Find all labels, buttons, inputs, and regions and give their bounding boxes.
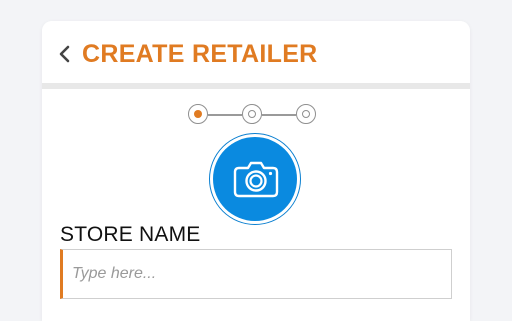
progress-stepper (188, 103, 324, 129)
upload-photo-button[interactable] (209, 133, 301, 225)
store-name-input[interactable] (60, 249, 452, 299)
store-name-label: STORE NAME (60, 223, 201, 246)
step-2-indicator (242, 104, 262, 124)
step-connector-1 (208, 114, 242, 116)
header-divider (42, 83, 470, 89)
camera-icon (233, 161, 279, 198)
chevron-left-icon (59, 45, 70, 63)
step-3-indicator (296, 104, 316, 124)
step-2-dot (247, 109, 256, 118)
header: CREATE RETAILER (42, 21, 470, 83)
page-title: CREATE RETAILER (82, 40, 318, 68)
create-retailer-card: CREATE RETAILER STORE NAME (42, 21, 470, 321)
step-3-dot (301, 109, 310, 118)
step-1-indicator (188, 104, 208, 124)
back-button[interactable] (56, 43, 74, 65)
step-1-active-dot (193, 109, 202, 118)
step-connector-2 (262, 114, 296, 116)
